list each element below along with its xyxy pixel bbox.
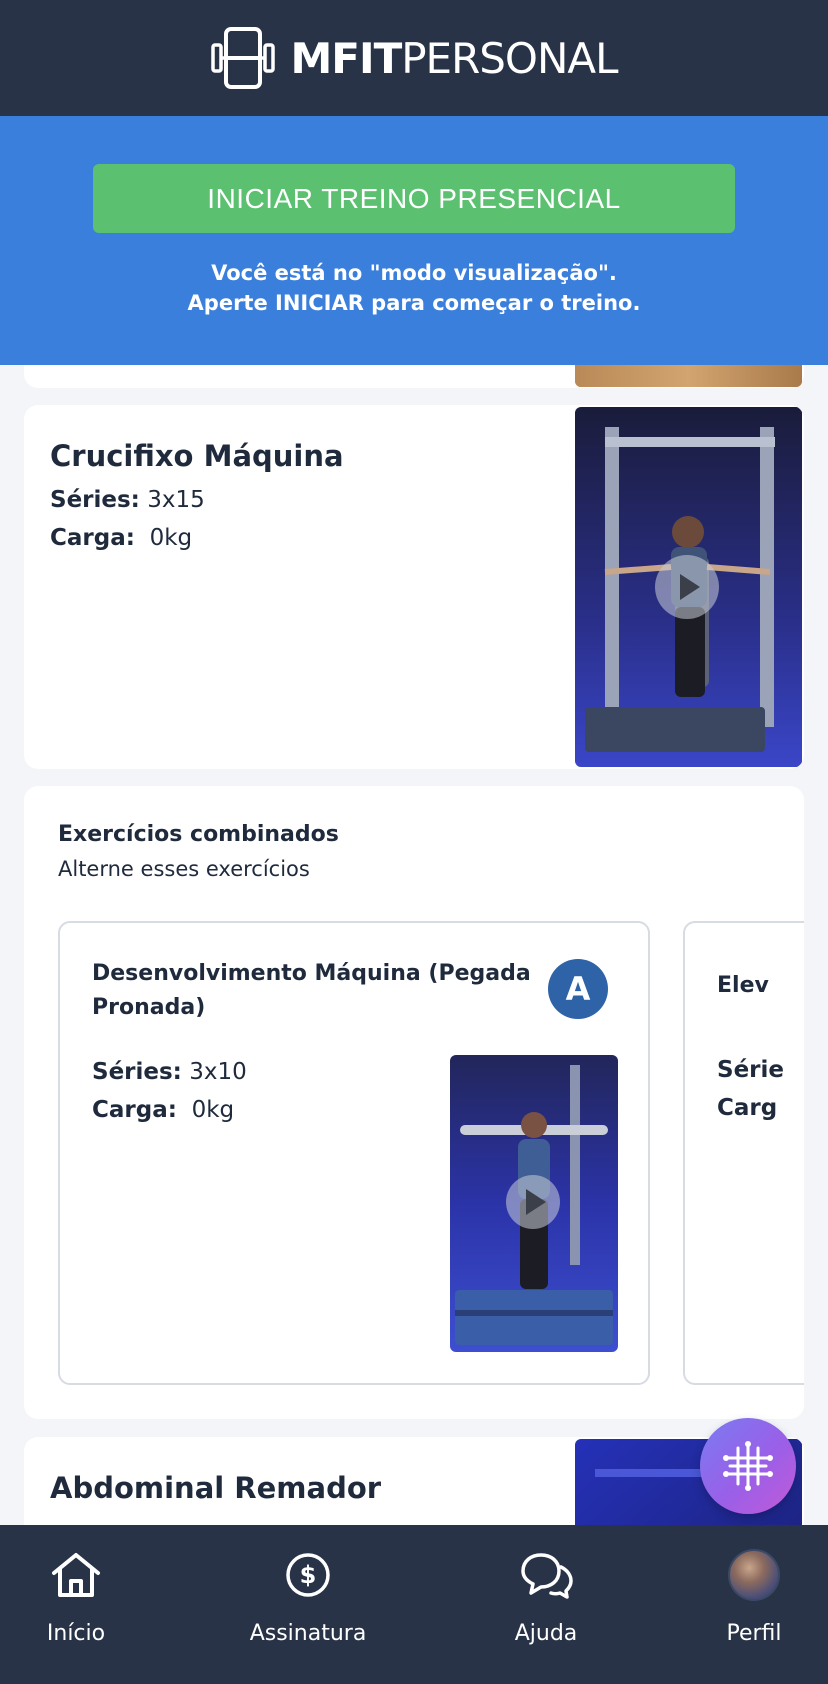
nav-label: Assinatura bbox=[249, 1621, 367, 1646]
home-icon bbox=[50, 1549, 102, 1601]
circuit-brain-icon bbox=[723, 1441, 773, 1491]
exercise-video-thumbnail[interactable] bbox=[450, 1055, 618, 1352]
exercise-name: Elev bbox=[717, 973, 769, 998]
view-mode-message-line2: Aperte INICIAR para começar o treino. bbox=[187, 291, 641, 315]
view-mode-message-line1: Você está no "modo visualização". bbox=[211, 261, 617, 285]
bottom-navigation: Início $ Assinatura Ajuda Perfil bbox=[0, 1525, 828, 1684]
combined-title: Exercícios combinados bbox=[58, 822, 339, 847]
combined-exercises-card: Exercícios combinados Alterne esses exer… bbox=[24, 786, 804, 1419]
nav-item-ajuda[interactable]: Ajuda bbox=[512, 1549, 580, 1646]
combined-subtitle: Alterne esses exercícios bbox=[58, 857, 310, 881]
exercise-load: Carga: 0kg bbox=[92, 1097, 235, 1123]
exercise-badge: A bbox=[548, 959, 608, 1019]
exercise-load: Carg bbox=[717, 1095, 778, 1121]
play-icon[interactable] bbox=[506, 1175, 560, 1229]
combined-exercise-card-b[interactable]: Elev Série Carg bbox=[683, 921, 804, 1385]
app-header: MFITPERSONAL bbox=[0, 0, 828, 116]
nav-item-assinatura[interactable]: $ Assinatura bbox=[249, 1549, 367, 1646]
nav-label: Início bbox=[46, 1621, 106, 1646]
view-mode-message: Você está no "modo visualização". Aperte… bbox=[0, 258, 828, 318]
exercise-series: Séries: 3x10 bbox=[92, 1059, 247, 1085]
nav-item-perfil[interactable]: Perfil bbox=[720, 1549, 788, 1646]
nav-label: Perfil bbox=[726, 1621, 782, 1646]
combined-exercise-card-a[interactable]: Desenvolvimento Máquina (Pegada Pronada)… bbox=[58, 921, 650, 1385]
exercise-video-thumbnail[interactable] bbox=[575, 407, 802, 767]
exercise-name: Abdominal Remador bbox=[50, 1471, 382, 1505]
logo-wordmark: MFITPERSONAL bbox=[290, 33, 618, 83]
assistant-fab-button[interactable] bbox=[700, 1418, 796, 1514]
nav-label: Ajuda bbox=[514, 1621, 578, 1646]
exercise-name: Desenvolvimento Máquina (Pegada Pronada) bbox=[92, 961, 531, 1020]
exercise-load: Carga: 0kg bbox=[50, 525, 193, 551]
start-workout-button[interactable]: INICIAR TREINO PRESENCIAL bbox=[93, 164, 735, 233]
nav-item-inicio[interactable]: Início bbox=[44, 1549, 108, 1646]
chat-bubbles-icon bbox=[517, 1549, 575, 1601]
exercise-name: Crucifixo Máquina bbox=[50, 439, 344, 473]
dumbbell-logo-icon bbox=[211, 27, 276, 89]
avatar bbox=[728, 1549, 780, 1601]
play-icon[interactable] bbox=[655, 555, 719, 619]
dollar-circle-icon: $ bbox=[284, 1549, 332, 1601]
svg-text:$: $ bbox=[300, 1561, 317, 1589]
exercise-series: Série bbox=[717, 1057, 784, 1083]
app-logo: MFITPERSONAL bbox=[210, 25, 619, 91]
nav-icon-wrapper bbox=[728, 1549, 780, 1601]
exercise-card-crucifixo[interactable]: Crucifixo Máquina Séries: 3x15 Carga: 0k… bbox=[24, 405, 804, 769]
exercise-series: Séries: 3x15 bbox=[50, 487, 205, 513]
start-workout-panel: INICIAR TREINO PRESENCIAL Você está no "… bbox=[0, 116, 828, 365]
